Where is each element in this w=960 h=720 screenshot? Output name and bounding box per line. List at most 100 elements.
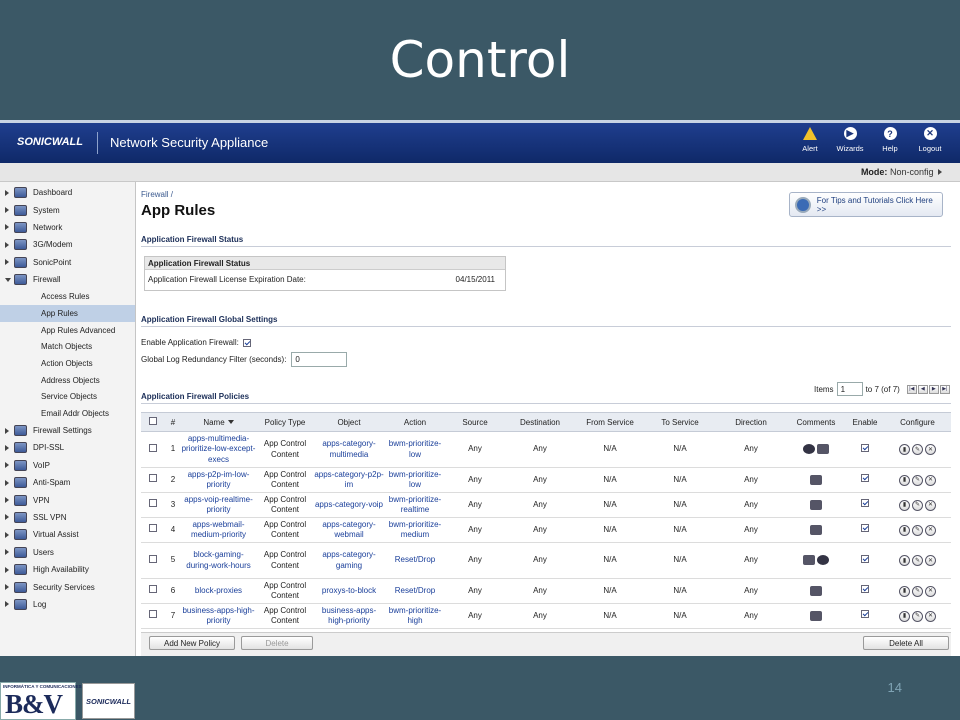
sidebar-item[interactable]: Network [0, 219, 135, 236]
sidebar-item[interactable]: High Availability [0, 561, 135, 578]
action-link[interactable]: bwm-prioritize-low [384, 431, 446, 468]
sidebar-subitem[interactable]: Access Rules [0, 288, 135, 305]
table-row[interactable]: 2 apps-p2p-im-low-priority App Control Con… [141, 467, 951, 493]
sidebar-subitem[interactable]: Action Objects [0, 355, 135, 372]
last-page-button[interactable]: ▶| [939, 384, 950, 394]
sidebar-item[interactable]: Log [0, 596, 135, 613]
delete-all-button[interactable]: Delete All [863, 636, 949, 650]
sidebar-item[interactable]: System [0, 201, 135, 218]
edit-icon[interactable]: ✎ [912, 555, 923, 567]
expand-arrow-icon[interactable] [5, 241, 9, 248]
sidebar-item[interactable]: Virtual Assist [0, 526, 135, 543]
expand-arrow-icon[interactable] [5, 601, 9, 608]
expand-arrow-icon[interactable] [5, 566, 9, 573]
edit-icon[interactable]: ✎ [912, 499, 923, 511]
action-link[interactable]: bwm-prioritize-medium [384, 517, 446, 543]
delete-icon[interactable]: ✕ [925, 610, 936, 622]
sidebar-subitem[interactable]: Email Addr Objects [0, 405, 135, 422]
tips-button[interactable]: For Tips and Tutorials Click Here >> [789, 192, 943, 217]
policy-name-link[interactable]: apps-webmail-medium-priority [181, 517, 256, 543]
expand-arrow-icon[interactable] [5, 189, 9, 196]
expand-arrow-icon[interactable] [5, 224, 9, 231]
enable-checkbox[interactable] [861, 443, 869, 452]
action-link[interactable]: bwm-prioritize-high [384, 603, 446, 629]
expand-arrow-icon[interactable] [5, 584, 9, 591]
sidebar-subitem[interactable]: App Rules Advanced [0, 322, 135, 339]
sidebar-item[interactable]: Firewall [0, 271, 135, 288]
expand-arrow-icon[interactable] [5, 531, 9, 538]
object-link[interactable]: business-apps-high-priority [314, 603, 384, 629]
delete-icon[interactable]: ✕ [925, 524, 936, 536]
stats-icon[interactable]: ▮ [899, 610, 910, 622]
table-row[interactable]: 7 business-apps-high-priority App Control … [141, 603, 951, 629]
policy-name-link[interactable]: apps-voip-realtime-priority [181, 492, 256, 518]
enable-firewall-checkbox[interactable] [242, 338, 251, 347]
log-filter-input[interactable]: 0 [291, 352, 348, 367]
action-link[interactable]: bwm-prioritize-low [384, 467, 446, 493]
breadcrumb[interactable]: Firewall / [141, 190, 173, 199]
policy-name-link[interactable]: block-proxies [181, 578, 256, 604]
row-select-checkbox[interactable] [149, 554, 157, 563]
edit-icon[interactable]: ✎ [912, 524, 923, 536]
sidebar-item[interactable]: Users [0, 544, 135, 561]
sidebar-item[interactable]: 3G/Modem [0, 236, 135, 253]
next-page-button[interactable]: ▶ [928, 384, 939, 394]
expand-arrow-icon[interactable] [5, 207, 9, 214]
policy-name-link[interactable]: business-apps-high-priority [181, 603, 256, 629]
sidebar-subitem[interactable]: Address Objects [0, 372, 135, 389]
select-all-checkbox[interactable] [149, 417, 157, 425]
wizards-button[interactable]: ▶ Wizards [830, 127, 870, 153]
object-link[interactable]: apps-category-webmail [314, 517, 384, 543]
sidebar-item[interactable]: Dashboard [0, 184, 135, 201]
edit-icon[interactable]: ✎ [912, 474, 923, 486]
prev-page-button[interactable]: ◀ [917, 384, 928, 394]
expand-arrow-icon[interactable] [5, 514, 9, 521]
sidebar-subitem[interactable]: Match Objects [0, 338, 135, 355]
add-policy-button[interactable]: Add New Policy [149, 636, 235, 650]
action-link[interactable]: bwm-prioritize-realtime [384, 492, 446, 518]
expand-arrow-icon[interactable] [5, 427, 9, 434]
object-link[interactable]: apps-category-multimedia [314, 431, 384, 468]
sidebar-item[interactable]: Security Services [0, 578, 135, 595]
table-row[interactable]: 6 block-proxies App Control Content proxys-… [141, 578, 951, 604]
expand-arrow-icon[interactable] [5, 549, 9, 556]
stats-icon[interactable]: ▮ [899, 585, 910, 597]
stats-icon[interactable]: ▮ [899, 555, 910, 567]
sidebar-item[interactable]: SonicPoint [0, 254, 135, 271]
stats-icon[interactable]: ▮ [899, 499, 910, 511]
delete-icon[interactable]: ✕ [925, 499, 936, 511]
comments-cell[interactable] [786, 431, 846, 468]
sidebar-subitem[interactable]: Service Objects [0, 388, 135, 405]
edit-icon[interactable]: ✎ [912, 444, 923, 456]
object-link[interactable]: proxys-to-block [314, 578, 384, 604]
object-link[interactable]: apps-category-p2p-im [314, 467, 384, 493]
table-row[interactable]: 4 apps-webmail-medium-priority App Control… [141, 517, 951, 543]
delete-icon[interactable]: ✕ [925, 555, 936, 567]
sidebar-item[interactable]: DPI-SSL [0, 439, 135, 456]
first-page-button[interactable]: |◀ [906, 384, 917, 394]
row-select-checkbox[interactable] [149, 585, 157, 594]
help-button[interactable]: ? Help [870, 127, 910, 153]
comments-cell[interactable] [786, 578, 846, 604]
sidebar-item[interactable]: Firewall Settings [0, 422, 135, 439]
table-row[interactable]: 3 apps-voip-realtime-priority App Control … [141, 492, 951, 518]
stats-icon[interactable]: ▮ [899, 444, 910, 456]
policy-name-link[interactable]: block-gaming-during-work-hours [181, 542, 256, 579]
policy-name-link[interactable]: apps-p2p-im-low-priority [181, 467, 256, 493]
column-header-name[interactable]: Name [181, 412, 256, 432]
enable-checkbox[interactable] [861, 585, 869, 594]
row-select-checkbox[interactable] [149, 524, 157, 533]
stats-icon[interactable]: ▮ [899, 524, 910, 536]
object-link[interactable]: apps-category-voip [314, 492, 384, 518]
mode-indicator[interactable]: Mode: Non-config [861, 167, 942, 177]
enable-checkbox[interactable] [861, 610, 869, 619]
expand-arrow-icon[interactable] [5, 479, 9, 486]
comments-cell[interactable] [786, 542, 846, 579]
sidebar-item[interactable]: VoIP [0, 457, 135, 474]
sidebar-item[interactable]: VPN [0, 491, 135, 508]
edit-icon[interactable]: ✎ [912, 585, 923, 597]
object-link[interactable]: apps-category-gaming [314, 542, 384, 579]
stats-icon[interactable]: ▮ [899, 474, 910, 486]
sidebar-subitem[interactable]: App Rules [0, 305, 135, 322]
delete-button[interactable]: Delete [241, 636, 313, 650]
